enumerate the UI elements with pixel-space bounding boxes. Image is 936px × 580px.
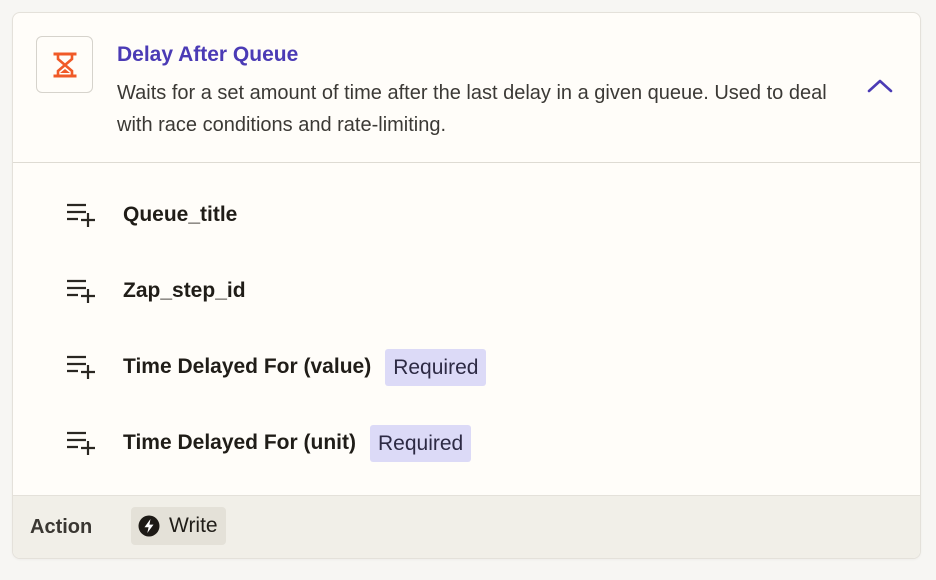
field-label: Time Delayed For (value) <box>123 355 372 378</box>
list-add-icon[interactable] <box>65 427 97 459</box>
list-add-icon[interactable] <box>65 199 97 231</box>
step-description: Waits for a set amount of time after the… <box>117 82 827 136</box>
card-footer: Action Write <box>13 495 920 558</box>
field-row-zap-step-id[interactable]: Zap_step_id <box>65 271 246 311</box>
required-badge: Required <box>385 348 487 386</box>
step-card: Delay After Queue Waits for a set amount… <box>12 12 921 559</box>
chevron-up-icon <box>867 79 893 93</box>
card-header[interactable]: Delay After Queue Waits for a set amount… <box>13 13 920 163</box>
field-row-time-delayed-unit[interactable]: Time Delayed For (unit) Required <box>65 423 472 463</box>
field-row-time-delayed-value[interactable]: Time Delayed For (value) Required <box>65 347 487 387</box>
field-label: Zap_step_id <box>123 279 246 302</box>
step-title: Delay After Queue <box>117 43 299 66</box>
app-icon-tile <box>36 36 93 93</box>
lightning-bolt-icon <box>138 515 160 537</box>
field-label: Time Delayed For (unit) <box>123 431 356 454</box>
collapse-button[interactable] <box>865 73 895 99</box>
required-badge: Required <box>369 424 472 462</box>
field-label: Queue_title <box>123 203 238 226</box>
list-add-icon[interactable] <box>65 351 97 383</box>
field-row-queue-title[interactable]: Queue_title <box>65 195 237 235</box>
hourglass-icon <box>53 52 76 77</box>
action-type-label: Write <box>169 514 218 537</box>
action-type-chip: Write <box>131 507 226 545</box>
action-label: Action <box>30 516 93 538</box>
list-add-icon[interactable] <box>65 275 97 307</box>
